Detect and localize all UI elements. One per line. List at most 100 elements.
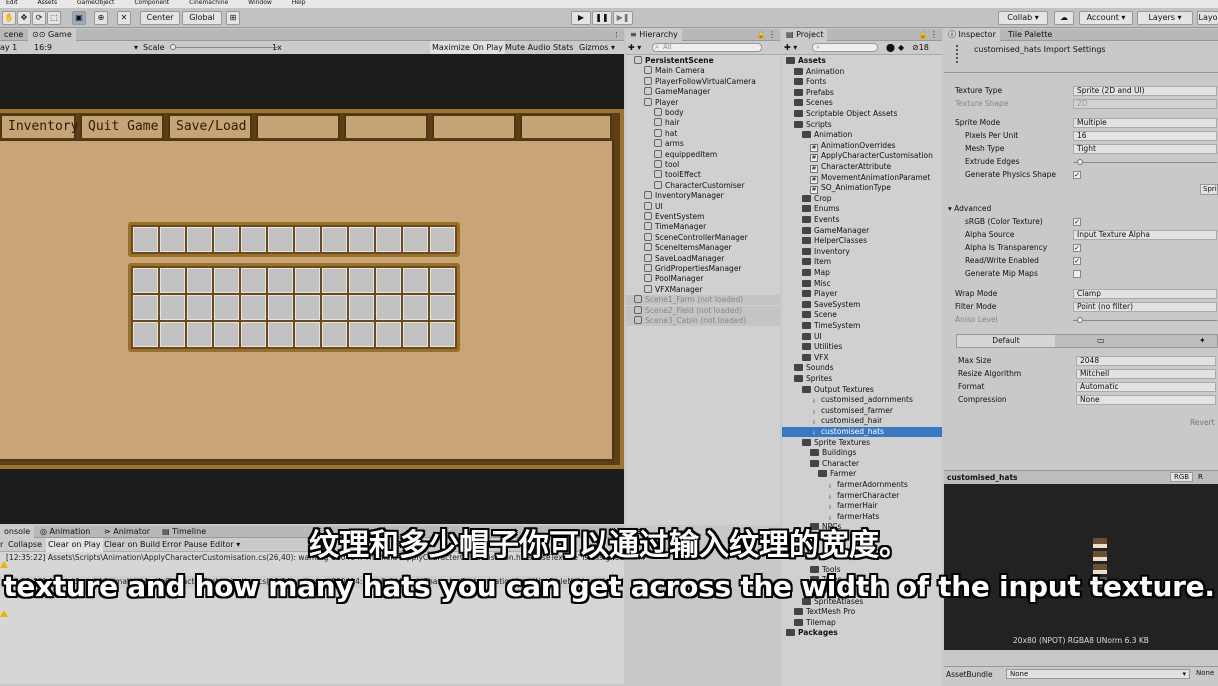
account-dropdown[interactable]: Account ▾	[1079, 11, 1133, 25]
hierarchy-item[interactable]: EventSystem	[626, 212, 780, 222]
field-value[interactable]: Sprite (2D and UI)	[1073, 86, 1217, 96]
project-item[interactable]: HelperClasses	[782, 236, 942, 246]
hierarchy-item[interactable]: PersistentScene	[626, 56, 780, 66]
project-item[interactable]: # CharacterAttribute	[782, 162, 942, 173]
tab-inventory[interactable]: Inventory	[0, 114, 78, 138]
gizmos-dropdown[interactable]: Gizmos ▾	[579, 41, 615, 55]
inventory-slot[interactable]	[268, 295, 293, 320]
project-item[interactable]: ⁞ farmerHair	[782, 501, 942, 511]
hierarchy-item[interactable]: Player	[626, 97, 780, 108]
inventory-slot[interactable]	[322, 295, 347, 320]
lock-icon[interactable]: 🔒	[756, 29, 766, 41]
hotbar-slot[interactable]	[268, 227, 293, 252]
inventory-slot[interactable]	[295, 322, 320, 347]
collab-button[interactable]: Collab ▾	[998, 11, 1048, 25]
project-item[interactable]: Events	[782, 215, 942, 225]
create-dropdown[interactable]: ✚ ▾	[628, 41, 641, 55]
tab-empty-1[interactable]	[256, 114, 340, 138]
inventory-slot[interactable]	[160, 322, 185, 347]
game-view[interactable]: Inventory Quit Game Save/Load	[0, 54, 624, 524]
lock-icon[interactable]: 🔒	[918, 29, 928, 41]
menu-component[interactable]: Component	[134, 0, 169, 6]
hotbar-slot[interactable]	[322, 227, 347, 252]
tab-tile-palette[interactable]: Tile Palette	[1004, 29, 1056, 41]
layers-dropdown[interactable]: Layers ▾	[1137, 11, 1193, 25]
inventory-slot[interactable]	[376, 322, 401, 347]
field-checkbox[interactable]: ✓	[1073, 218, 1081, 226]
android-icon[interactable]: ✦	[1199, 335, 1206, 347]
project-item[interactable]: Fonts	[782, 77, 942, 87]
tab-inspector[interactable]: ⓘ Inspector	[944, 29, 1000, 41]
monitor-icon[interactable]: ▭	[1097, 335, 1105, 347]
project-item[interactable]: Scenes	[782, 98, 942, 108]
assetbundle-dropdown[interactable]: None ▾	[1006, 669, 1190, 679]
inventory-slot[interactable]	[187, 295, 212, 320]
hierarchy-item[interactable]: GridPropertiesManager	[626, 264, 780, 274]
project-item[interactable]: Scripts	[782, 120, 942, 130]
grid-snap-icon[interactable]: ⊞	[226, 11, 240, 25]
display-dropdown[interactable]: ay 1	[0, 41, 17, 55]
custom-tool-icon[interactable]: ✕	[117, 11, 131, 25]
filter-type-icon[interactable]: ⬤	[886, 41, 895, 55]
inventory-slot[interactable]	[187, 268, 212, 293]
field-value[interactable]: Clamp	[1073, 289, 1217, 299]
inventory-slot[interactable]	[430, 295, 455, 320]
menu-assets[interactable]: Assets	[38, 0, 58, 6]
panel-menu-icon[interactable]: ⋮	[768, 29, 776, 41]
scale-slider-thumb[interactable]	[170, 44, 176, 50]
field-checkbox[interactable]	[1073, 270, 1081, 278]
scale-slider[interactable]	[170, 44, 278, 50]
rgb-channel-button[interactable]: RGB	[1170, 472, 1194, 482]
project-search-input[interactable]: ⌕	[812, 43, 878, 52]
tab-scene[interactable]: cene	[0, 29, 27, 41]
hotbar-slot[interactable]	[187, 227, 212, 252]
project-item[interactable]: Item	[782, 257, 942, 267]
hierarchy-item[interactable]: toolEffect	[626, 170, 780, 180]
slider-thumb[interactable]	[1077, 317, 1083, 323]
project-item[interactable]: # SO_AnimationType	[782, 183, 942, 195]
inventory-slot[interactable]	[403, 295, 428, 320]
hierarchy-unloaded-scene[interactable]: Scene1_Farm (not loaded)	[626, 295, 780, 306]
project-item[interactable]: Prefabs	[782, 88, 942, 98]
pivot-center-button[interactable]: Center	[140, 11, 180, 25]
hierarchy-item[interactable]: hair	[626, 118, 780, 128]
inventory-slot[interactable]	[349, 295, 374, 320]
hotbar-slot[interactable]	[376, 227, 401, 252]
hotbar-slot[interactable]	[430, 227, 455, 252]
project-item[interactable]: Misc	[782, 279, 942, 289]
hierarchy-item[interactable]: TimeManager	[626, 222, 780, 232]
rect-tool-icon[interactable]: ▣	[72, 11, 86, 25]
layout-dropdown[interactable]: Layo	[1197, 11, 1218, 25]
pivot-global-button[interactable]: Global	[182, 11, 222, 25]
inventory-slot[interactable]	[214, 322, 239, 347]
inventory-slot[interactable]	[376, 295, 401, 320]
menu-edit[interactable]: Edit	[6, 0, 18, 6]
inventory-slot[interactable]	[295, 268, 320, 293]
hierarchy-item[interactable]: hat	[626, 128, 780, 139]
tab-save-load[interactable]: Save/Load	[168, 114, 252, 138]
panel-menu-icon[interactable]: ⋮	[930, 29, 938, 41]
inventory-slot[interactable]	[187, 322, 212, 347]
project-item[interactable]: Animation	[782, 67, 942, 77]
field-value[interactable]: Mitchell	[1076, 369, 1216, 379]
assetbundle-variant-dropdown[interactable]: None	[1196, 669, 1214, 677]
tab-empty-2[interactable]	[344, 114, 428, 138]
project-item[interactable]: Sprites	[782, 374, 942, 384]
tab-platform-default[interactable]: Default	[957, 335, 1055, 347]
field-value[interactable]: Point (no filter)	[1073, 302, 1217, 312]
hotbar-slot[interactable]	[295, 227, 320, 252]
rotate-tool-icon[interactable]: ⟳	[32, 11, 46, 25]
project-item[interactable]: # AnimationOverrides	[782, 141, 942, 152]
hierarchy-item[interactable]: UI	[626, 201, 780, 212]
hierarchy-item[interactable]: Main Camera	[626, 66, 780, 76]
hotbar-slot[interactable]	[403, 227, 428, 252]
hotbar-slot[interactable]	[160, 227, 185, 252]
r-channel-button[interactable]: R	[1198, 473, 1203, 481]
project-item[interactable]: Assets	[782, 56, 942, 66]
hotbar-slot[interactable]	[349, 227, 374, 252]
hotbar-slot[interactable]	[214, 227, 239, 252]
cloud-icon[interactable]: ☁	[1054, 11, 1074, 25]
field-checkbox[interactable]: ✓	[1073, 171, 1081, 179]
project-item[interactable]: Sprite Textures	[782, 438, 942, 448]
panel-menu-icon[interactable]: ⋮	[613, 29, 620, 41]
